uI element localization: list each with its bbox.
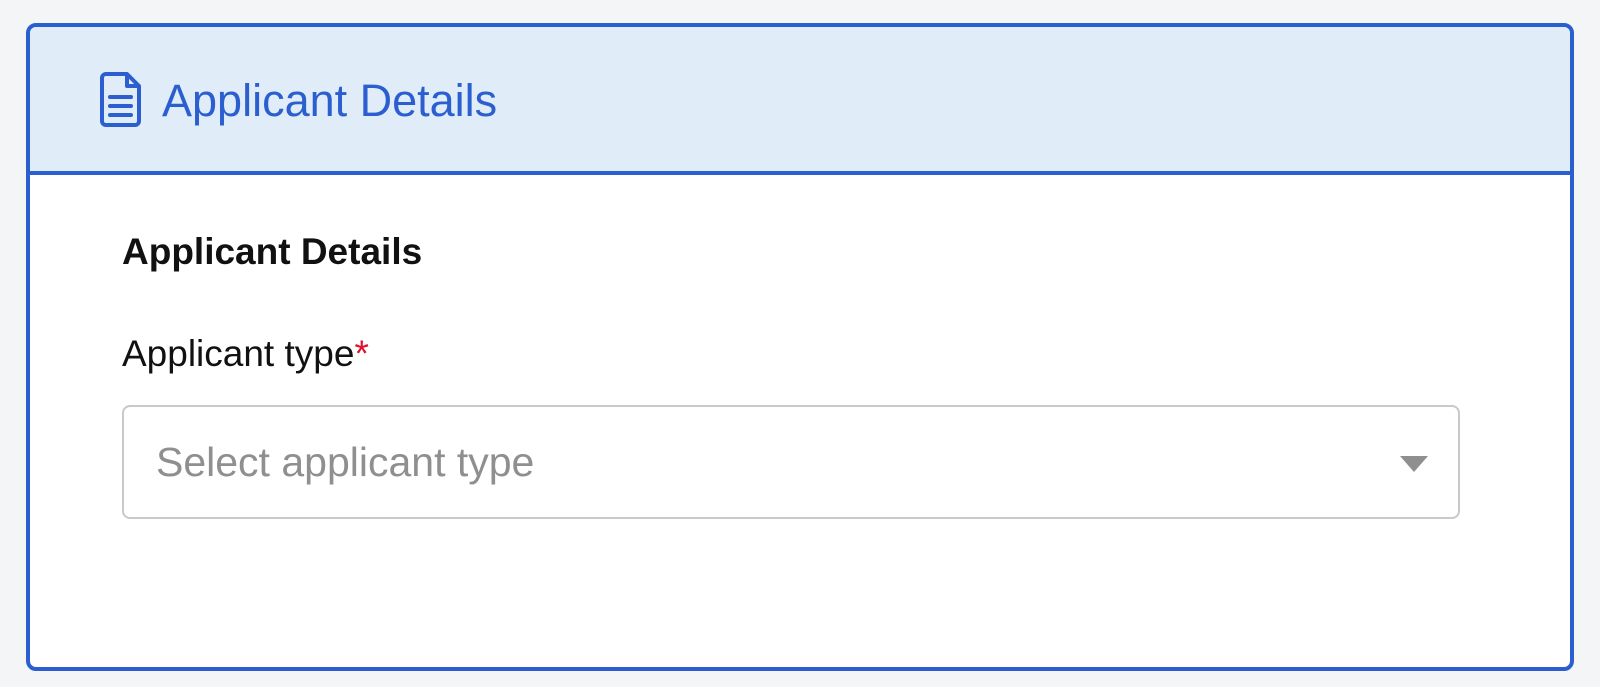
applicant-type-label: Applicant type* — [122, 330, 369, 378]
applicant-type-select[interactable]: Select applicant type — [122, 405, 1460, 519]
panel-title: Applicant Details — [162, 75, 498, 126]
applicant-type-label-text: Applicant type — [122, 333, 355, 374]
applicant-details-panel: Applicant Details Applicant Details Appl… — [26, 23, 1574, 671]
section-title: Applicant Details — [122, 231, 423, 272]
required-indicator: * — [354, 333, 369, 374]
applicant-type-placeholder: Select applicant type — [156, 439, 535, 485]
document-icon — [98, 71, 144, 127]
caret-down-icon[interactable] — [1400, 456, 1428, 472]
panel-header[interactable]: Applicant Details — [30, 27, 1570, 175]
